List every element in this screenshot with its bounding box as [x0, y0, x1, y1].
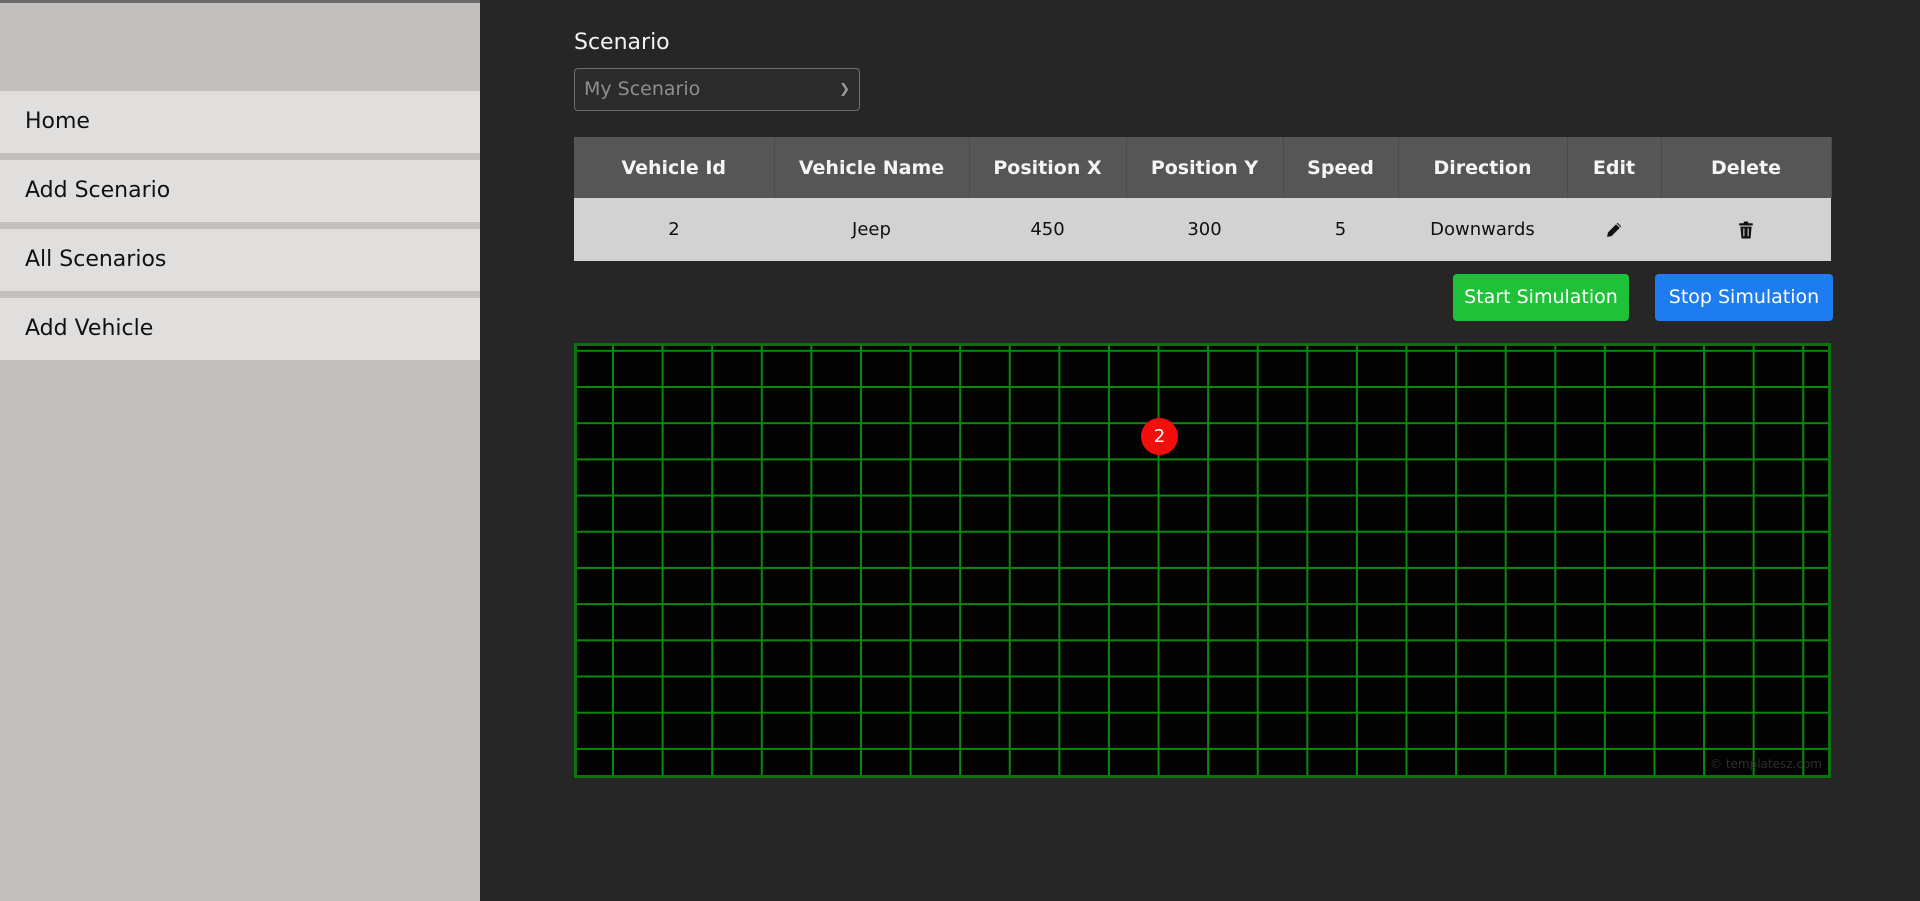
- header-direction: Direction: [1398, 137, 1568, 198]
- vehicle-marker[interactable]: 2: [1141, 418, 1178, 455]
- table-row: 2 Jeep 450 300 5 Downwards: [574, 198, 1831, 261]
- start-simulation-button[interactable]: Start Simulation: [1453, 274, 1629, 321]
- simulation-grid[interactable]: 2 © templatesz.com: [574, 343, 1831, 778]
- cell-delete: [1661, 198, 1831, 261]
- sidebar-item-add-vehicle[interactable]: Add Vehicle: [0, 298, 480, 360]
- sidebar: Home Add Scenario All Scenarios Add Vehi…: [0, 3, 480, 901]
- cell-position-y: 300: [1126, 198, 1283, 261]
- header-position-x: Position X: [969, 137, 1127, 198]
- cell-vehicle-id: 2: [574, 198, 774, 261]
- sidebar-item-home[interactable]: Home: [0, 91, 480, 153]
- header-delete: Delete: [1661, 137, 1832, 198]
- header-vehicle-name: Vehicle Name: [774, 137, 970, 198]
- sidebar-item-all-scenarios[interactable]: All Scenarios: [0, 229, 480, 291]
- header-position-y: Position Y: [1126, 137, 1284, 198]
- scenario-select-value: My Scenario: [584, 78, 701, 100]
- trash-icon[interactable]: [1738, 219, 1754, 240]
- scenario-label: Scenario: [574, 30, 670, 55]
- table-header-row: Vehicle Id Vehicle Name Position X Posit…: [574, 137, 1832, 198]
- cell-edit: [1567, 198, 1661, 261]
- main-content: Scenario My Scenario ❯ Vehicle Id Vehicl…: [480, 0, 1920, 901]
- vehicle-table: Vehicle Id Vehicle Name Position X Posit…: [574, 137, 1832, 261]
- header-speed: Speed: [1283, 137, 1399, 198]
- header-edit: Edit: [1567, 137, 1662, 198]
- pencil-icon[interactable]: [1605, 219, 1623, 240]
- cell-direction: Downwards: [1398, 198, 1567, 261]
- sidebar-item-add-scenario[interactable]: Add Scenario: [0, 160, 480, 222]
- cell-vehicle-name: Jeep: [774, 198, 969, 261]
- chevron-down-icon: ❯: [839, 82, 850, 97]
- cell-speed: 5: [1283, 198, 1398, 261]
- stop-simulation-button[interactable]: Stop Simulation: [1655, 274, 1833, 321]
- header-vehicle-id: Vehicle Id: [574, 137, 775, 198]
- cell-position-x: 450: [969, 198, 1126, 261]
- watermark: © templatesz.com: [1710, 757, 1822, 771]
- scenario-select[interactable]: My Scenario ❯: [574, 68, 860, 111]
